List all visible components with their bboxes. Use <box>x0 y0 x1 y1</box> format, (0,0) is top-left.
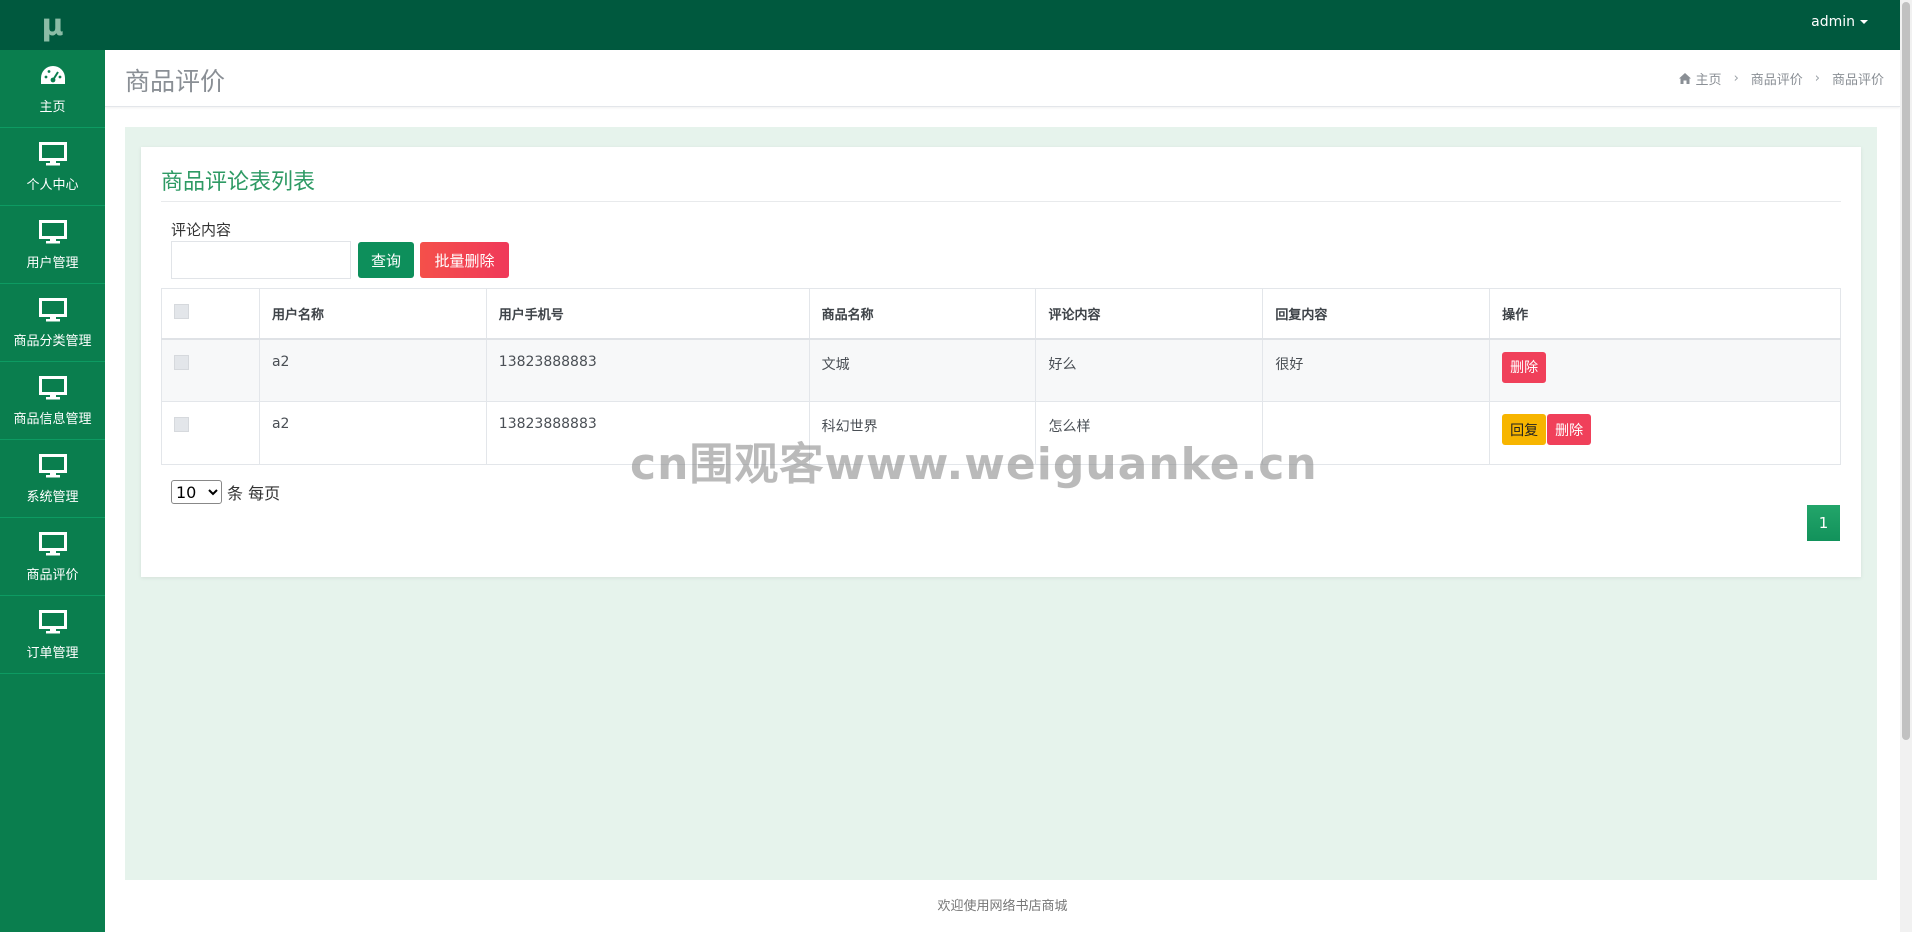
footer: 欢迎使用网络书店商城 <box>105 882 1900 932</box>
card-title: 商品评论表列表 <box>161 170 316 195</box>
divider <box>161 201 1841 202</box>
column-header: 评论内容 <box>1035 288 1264 340</box>
dashboard-icon <box>39 63 67 89</box>
cell-actions: 删除 <box>1489 338 1841 402</box>
cell-comment: 怎么样 <box>1035 401 1264 465</box>
search-label: 评论内容 <box>171 221 232 239</box>
scrollbar-thumb[interactable] <box>1902 2 1910 740</box>
sidebar-item-user-management[interactable]: 用户管理 <box>0 206 105 284</box>
cell-phone: 13823888883 <box>485 338 810 402</box>
monitor-icon <box>38 531 67 557</box>
batch-delete-button[interactable]: 批量删除 <box>420 242 509 278</box>
user-name: admin <box>1811 14 1855 30</box>
review-table: 用户名称 用户手机号 商品名称 评论内容 回复内容 操作 a2 13823888… <box>161 288 1841 465</box>
cell-product-name: 文城 <box>808 338 1037 402</box>
sidebar-item-order-management[interactable]: 订单管理 <box>0 596 105 674</box>
query-button[interactable]: 查询 <box>358 242 414 278</box>
select-all-checkbox[interactable] <box>174 304 189 320</box>
page-scrollbar[interactable] <box>1900 0 1912 932</box>
page-size-select[interactable]: 10 <box>171 480 222 504</box>
monitor-icon <box>38 453 67 479</box>
monitor-icon <box>38 219 67 245</box>
sidebar-item-label: 商品分类管理 <box>13 333 92 349</box>
comment-search-input[interactable] <box>171 241 351 279</box>
row-checkbox[interactable] <box>174 417 189 432</box>
per-page-label: 条 每页 <box>227 484 281 503</box>
sidebar-item-product-reviews[interactable]: 商品评价 <box>0 518 105 596</box>
sidebar-item-label: 商品信息管理 <box>13 411 92 427</box>
delete-button[interactable]: 删除 <box>1547 414 1592 445</box>
table-row: a2 13823888883 科幻世界 怎么样 回复 删除 <box>161 401 1841 465</box>
page-header: 商品评价 主页 › 商品评价 › 商品评价 <box>105 50 1900 107</box>
column-header: 商品名称 <box>808 288 1037 340</box>
table-row: a2 13823888883 文城 好么 很好 删除 <box>161 338 1841 402</box>
breadcrumb-reviews[interactable]: 商品评价 <box>1751 69 1803 88</box>
cell-actions: 回复 删除 <box>1489 401 1841 465</box>
cell-reply <box>1262 401 1491 465</box>
sidebar-item-label: 主页 <box>39 99 66 115</box>
home-icon <box>1678 73 1691 84</box>
footer-text: 欢迎使用网络书店商城 <box>937 899 1068 914</box>
sidebar-item-label: 用户管理 <box>26 255 79 271</box>
sidebar-item-category-management[interactable]: 商品分类管理 <box>0 284 105 362</box>
sidebar-item-product-management[interactable]: 商品信息管理 <box>0 362 105 440</box>
cell-user-name: a2 <box>258 338 487 402</box>
monitor-icon <box>38 141 67 167</box>
column-header: 用户名称 <box>258 288 487 340</box>
sidebar-item-label: 订单管理 <box>26 645 79 661</box>
cell-user-name: a2 <box>258 401 487 465</box>
select-all-cell <box>161 288 260 340</box>
sidebar-item-system-management[interactable]: 系统管理 <box>0 440 105 518</box>
breadcrumb-home[interactable]: 主页 <box>1696 69 1722 88</box>
app-logo[interactable]: μ <box>0 0 105 50</box>
delete-button[interactable]: 删除 <box>1502 351 1547 383</box>
sidebar-item-label: 系统管理 <box>26 489 79 505</box>
table-header-row: 用户名称 用户手机号 商品名称 评论内容 回复内容 操作 <box>161 288 1841 340</box>
top-navbar: admin <box>105 0 1900 50</box>
monitor-icon <box>38 375 67 401</box>
user-menu-dropdown[interactable]: admin <box>1811 14 1868 30</box>
breadcrumb: 主页 › 商品评价 › 商品评价 <box>1678 69 1884 88</box>
caret-down-icon <box>1860 20 1868 24</box>
page-title: 商品评价 <box>125 67 226 96</box>
sidebar-item-label: 个人中心 <box>26 177 79 193</box>
monitor-icon <box>38 297 67 323</box>
column-header: 回复内容 <box>1262 288 1491 340</box>
sidebar-item-home[interactable]: 主页 <box>0 50 105 128</box>
breadcrumb-current: 商品评价 <box>1831 73 1884 88</box>
chevron-right-icon: › <box>1814 71 1820 86</box>
page-size-control: 10 条 每页 <box>171 480 280 504</box>
row-checkbox[interactable] <box>174 354 189 370</box>
chevron-right-icon: › <box>1733 71 1739 86</box>
cell-reply: 很好 <box>1262 338 1491 402</box>
sidebar-item-personal-center[interactable]: 个人中心 <box>0 128 105 206</box>
column-header: 用户手机号 <box>485 288 810 340</box>
monitor-icon <box>38 609 67 635</box>
cell-product-name: 科幻世界 <box>808 401 1037 465</box>
cell-comment: 好么 <box>1035 338 1264 402</box>
cell-phone: 13823888883 <box>485 401 810 465</box>
reply-button[interactable]: 回复 <box>1502 414 1547 445</box>
pagination-page-button[interactable]: 1 <box>1807 505 1840 541</box>
review-list-card: 商品评论表列表 评论内容 查询 批量删除 用户名称 用户手机号 商品名称 评论内… <box>141 147 1861 577</box>
sidebar: μ 主页 个人中心 用户管理 商品分类管理 商品信息管理 系统管理 商品评价 订… <box>0 0 105 932</box>
column-header: 操作 <box>1489 288 1841 340</box>
sidebar-item-label: 商品评价 <box>26 567 79 583</box>
